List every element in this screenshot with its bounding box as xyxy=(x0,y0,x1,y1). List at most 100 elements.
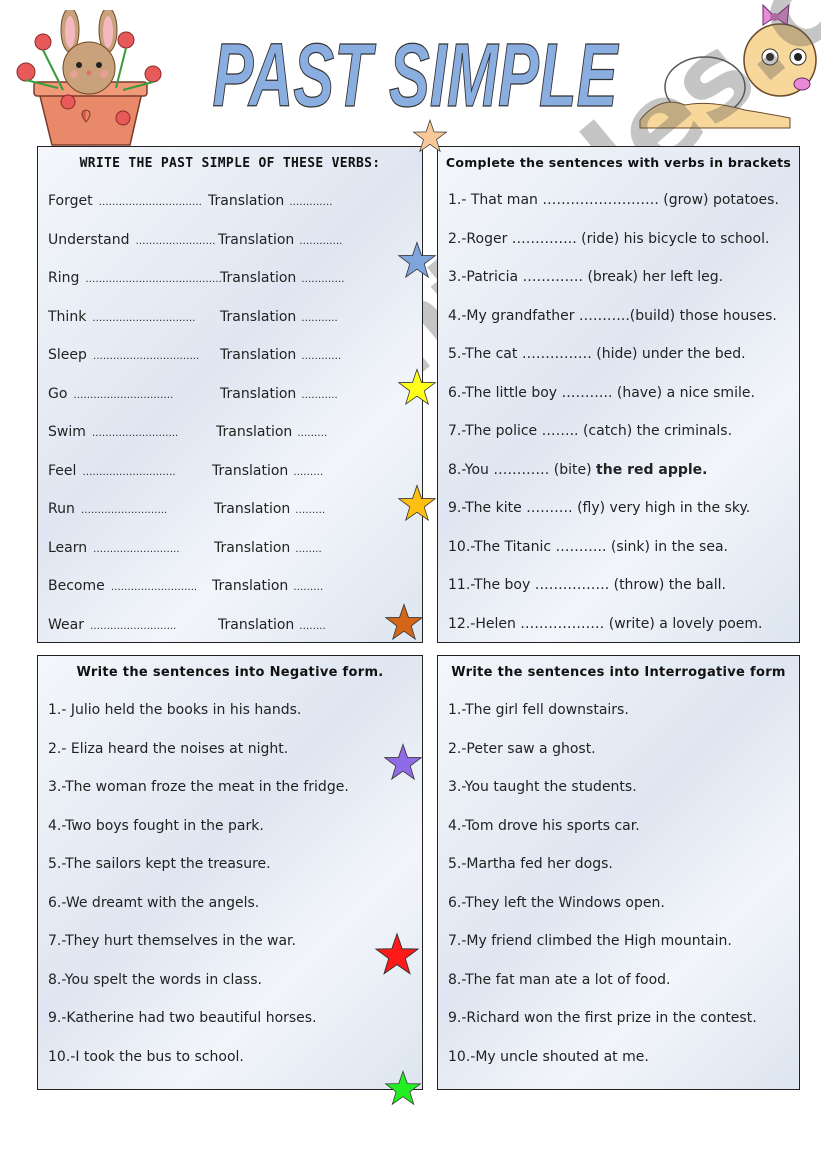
complete-sentences-panel: Complete the sentences with verbs in bra… xyxy=(437,146,800,643)
translation-label: Translation ……… xyxy=(214,501,325,517)
negative-sentence-row: 9.-Katherine had two beautiful horses. xyxy=(48,1010,317,1026)
interrogative-form-panel: Write the sentences into Interrogative f… xyxy=(437,655,800,1090)
interrogative-sentence-row: 5.-Martha fed her dogs. xyxy=(448,856,613,872)
translation-blank[interactable]: ………… xyxy=(301,351,341,362)
complete-sentence-row: 2.-Roger ………….. (ride) his bicycle to sc… xyxy=(448,231,769,247)
past-simple-blank[interactable]: …………………….. xyxy=(92,428,178,439)
past-simple-blank[interactable]: ………………………………….. xyxy=(85,274,221,285)
star-purple-icon xyxy=(383,743,423,781)
negative-sentence-row: 2.- Eliza heard the noises at night. xyxy=(48,740,289,757)
verb-label: Learn xyxy=(48,539,88,556)
verbs-heading: WRITE THE PAST SIMPLE OF THESE VERBS: xyxy=(79,156,381,171)
sentence-text: 4.-My grandfather ………..(build) those hou… xyxy=(448,307,777,324)
crawling-baby-clipart xyxy=(630,2,820,130)
complete-sentence-row: 11.-The boy ……………. (throw) the ball. xyxy=(448,577,726,593)
verb-row: Sleep ………………………….. Translation ………… xyxy=(48,347,341,363)
verb-row: Swim …………………….. Translation ……… xyxy=(48,424,327,440)
verb-row: Feel ………………………. Translation ……… xyxy=(48,462,323,479)
negative-sentence-row: 3.-The woman froze the meat in the fridg… xyxy=(48,779,349,795)
past-simple-blank[interactable]: …………………… xyxy=(136,236,216,247)
translation-label: Translation ……….. xyxy=(220,386,338,402)
past-simple-blank[interactable]: ………………………… xyxy=(73,390,173,401)
translation-label: Translation ……… xyxy=(212,463,323,479)
sentence-text: 5.-The cat …………… (hide) under the bed. xyxy=(448,346,746,362)
verb-label: Forget xyxy=(48,193,93,209)
verb-row: Ring ………………………………….. Translation …………. xyxy=(48,270,344,286)
translation-blank[interactable]: ……… xyxy=(297,428,327,439)
translation-blank[interactable]: …….. xyxy=(295,544,321,555)
complete-sentence-row: 9.-The kite ………. (fly) very high in the … xyxy=(448,500,750,516)
translation-blank[interactable]: ……… xyxy=(293,582,323,593)
sentence-text: 7.-The police …….. (catch) the criminals… xyxy=(448,423,733,439)
past-simple-blank[interactable]: …………………………. xyxy=(92,313,195,324)
star-peach-icon xyxy=(412,119,448,153)
verb-row: Go ………………………… Translation ……….. xyxy=(48,385,338,402)
verb-row: Learn …………………….. Translation …….. xyxy=(48,539,322,556)
translation-text: Translation xyxy=(216,424,293,440)
verb-label: Ring xyxy=(48,270,80,286)
past-simple-blank[interactable]: …………………….. xyxy=(81,505,167,516)
translation-label: Translation …….. xyxy=(214,540,322,556)
past-simple-blank[interactable]: …………………….. xyxy=(90,621,176,632)
verb-label: Feel xyxy=(48,462,77,479)
translation-blank[interactable]: ……… xyxy=(293,467,323,478)
translation-blank[interactable]: ……….. xyxy=(301,313,337,324)
translation-text: Translation xyxy=(214,539,291,556)
past-simple-blank[interactable]: …………………….. xyxy=(111,582,197,593)
sentence-text: 2.-Roger ………….. (ride) his bicycle to sc… xyxy=(448,230,770,247)
interrogative-sentence-row: 7.-My friend climbed the High mountain. xyxy=(448,933,732,949)
verb-label: Run xyxy=(48,501,75,517)
verb-row: Think …………………………. Translation ……….. xyxy=(48,308,338,325)
star-yellow-icon xyxy=(397,368,437,406)
translation-text: Translation xyxy=(220,385,297,402)
verb-label: Go xyxy=(48,385,68,402)
past-simple-blank[interactable]: …………………….. xyxy=(93,544,179,555)
negative-heading: Write the sentences into Negative form. xyxy=(76,665,384,680)
sentence-text: 6.-The little boy ……….. (have) a nice sm… xyxy=(448,384,755,401)
verb-label: Sleep xyxy=(48,347,87,363)
negative-sentence-row: 7.-They hurt themselves in the war. xyxy=(48,933,296,949)
interrogative-sentence-row: 9.-Richard won the first prize in the co… xyxy=(448,1010,757,1026)
complete-sentence-row: 1.- That man ……………………. (grow) potatoes. xyxy=(448,192,779,208)
verb-row: Forget …………………………. Translation …………. xyxy=(48,193,332,209)
negative-sentence-row: 4.-Two boys fought in the park. xyxy=(48,817,264,834)
star-green-icon xyxy=(384,1070,422,1106)
bunny-flowerpot-clipart xyxy=(8,7,173,150)
past-simple-blank[interactable]: ………………………….. xyxy=(93,351,199,362)
sentence-text: 9.-The kite ………. (fly) very high in the … xyxy=(448,500,751,516)
negative-sentence-row: 1.- Julio held the books in his hands. xyxy=(48,702,302,718)
sentence-text: 1.- That man ……………………. (grow) potatoes. xyxy=(448,192,779,208)
translation-blank[interactable]: ……… xyxy=(295,505,325,516)
translation-blank[interactable]: …………. xyxy=(299,236,342,247)
star-gold-icon xyxy=(397,484,437,522)
complete-sentence-row: 5.-The cat …………… (hide) under the bed. xyxy=(448,346,746,362)
verb-label: Wear xyxy=(48,616,84,633)
verb-label: Become xyxy=(48,578,105,594)
translation-text: Translation xyxy=(212,462,289,479)
past-simple-blank[interactable]: …………………………. xyxy=(99,197,202,208)
translation-blank[interactable]: …….. xyxy=(299,621,325,632)
translation-label: Translation …….. xyxy=(218,617,326,633)
translation-text: Translation xyxy=(220,308,297,325)
past-simple-blank[interactable]: ………………………. xyxy=(82,467,175,478)
translation-label: Translation …………. xyxy=(220,270,344,286)
verb-label: Understand xyxy=(48,231,130,248)
title-text: PAST SIMPLE xyxy=(212,24,619,120)
verb-label: Think xyxy=(48,308,87,325)
translation-blank[interactable]: …………. xyxy=(301,274,344,285)
verb-row: Run …………………….. Translation ……… xyxy=(48,501,325,517)
complete-sentence-row: 6.-The little boy ……….. (have) a nice sm… xyxy=(448,385,755,401)
worksheet-title: PAST SIMPLE xyxy=(205,20,625,127)
sentence-text: 12.-Helen ……………… (write) a lovely poem. xyxy=(448,615,763,632)
negative-sentence-row: 10.-I took the bus to school. xyxy=(48,1048,244,1065)
sentence-text: 8.-You ………… (bite) xyxy=(448,461,597,478)
translation-blank[interactable]: …………. xyxy=(289,197,332,208)
complete-sentence-row: 10.-The Titanic ……….. (sink) in the sea. xyxy=(448,539,728,555)
interrogative-heading: Write the sentences into Interrogative f… xyxy=(451,665,786,680)
sentence-text: 10.-The Titanic ……….. (sink) in the sea. xyxy=(448,538,728,555)
sentence-bold-text: the red apple. xyxy=(596,461,708,478)
translation-blank[interactable]: ……….. xyxy=(301,390,337,401)
translation-label: Translation ………… xyxy=(220,347,341,363)
verbs-panel: WRITE THE PAST SIMPLE OF THESE VERBS: Fo… xyxy=(37,146,423,643)
complete-sentence-row: 12.-Helen ……………… (write) a lovely poem. xyxy=(448,616,762,632)
